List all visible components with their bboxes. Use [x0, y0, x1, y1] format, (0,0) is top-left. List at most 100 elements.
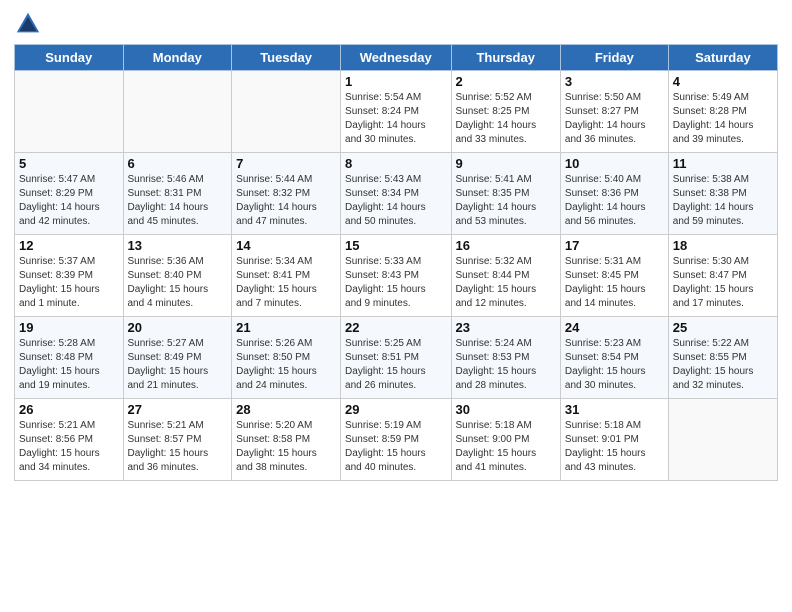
day-number: 13: [128, 238, 228, 253]
day-info: Sunrise: 5:27 AM Sunset: 8:49 PM Dayligh…: [128, 337, 228, 393]
weekday-header-sunday: Sunday: [15, 45, 124, 71]
day-number: 1: [345, 74, 446, 89]
day-info: Sunrise: 5:28 AM Sunset: 8:48 PM Dayligh…: [19, 337, 119, 393]
calendar-cell: [668, 399, 777, 481]
day-number: 6: [128, 156, 228, 171]
header: [14, 10, 778, 38]
calendar-cell: 26 Sunrise: 5:21 AM Sunset: 8:56 PM Dayli…: [15, 399, 124, 481]
day-info: Sunrise: 5:40 AM Sunset: 8:36 PM Dayligh…: [565, 173, 664, 229]
day-number: 24: [565, 320, 664, 335]
calendar-cell: 14Sunrise: 5:34 AM Sunset: 8:41 PM Dayli…: [232, 235, 341, 317]
calendar: SundayMondayTuesdayWednesdayThursdayFrid…: [14, 44, 778, 481]
day-number: 29: [345, 402, 446, 417]
calendar-cell: 20 Sunrise: 5:27 AM Sunset: 8:49 PM Dayli…: [123, 317, 232, 399]
calendar-cell: 2 Sunrise: 5:52 AM Sunset: 8:25 PM Daylig…: [451, 71, 560, 153]
calendar-cell: 7 Sunrise: 5:44 AM Sunset: 8:32 PM Daylig…: [232, 153, 341, 235]
calendar-cell: 25 Sunrise: 5:22 AM Sunset: 8:55 PM Dayli…: [668, 317, 777, 399]
calendar-cell: 28 Sunrise: 5:20 AM Sunset: 8:58 PM Dayli…: [232, 399, 341, 481]
day-info: Sunrise: 5:23 AM Sunset: 8:54 PM Dayligh…: [565, 337, 664, 393]
weekday-header-row: SundayMondayTuesdayWednesdayThursdayFrid…: [15, 45, 778, 71]
day-number: 8: [345, 156, 446, 171]
calendar-cell: 1Sunrise: 5:54 AM Sunset: 8:24 PM Daylig…: [341, 71, 451, 153]
day-info: Sunrise: 5:30 AM Sunset: 8:47 PM Dayligh…: [673, 255, 773, 311]
day-number: 12: [19, 238, 119, 253]
calendar-cell: 18 Sunrise: 5:30 AM Sunset: 8:47 PM Dayli…: [668, 235, 777, 317]
day-info: Sunrise: 5:25 AM Sunset: 8:51 PM Dayligh…: [345, 337, 446, 393]
day-number: 25: [673, 320, 773, 335]
weekday-header-saturday: Saturday: [668, 45, 777, 71]
day-number: 17: [565, 238, 664, 253]
day-number: 30: [456, 402, 556, 417]
day-info: Sunrise: 5:26 AM Sunset: 8:50 PM Dayligh…: [236, 337, 336, 393]
day-number: 26: [19, 402, 119, 417]
day-info: Sunrise: 5:24 AM Sunset: 8:53 PM Dayligh…: [456, 337, 556, 393]
calendar-cell: [232, 71, 341, 153]
day-info: Sunrise: 5:44 AM Sunset: 8:32 PM Dayligh…: [236, 173, 336, 229]
day-number: 16: [456, 238, 556, 253]
day-number: 18: [673, 238, 773, 253]
day-info: Sunrise: 5:49 AM Sunset: 8:28 PM Dayligh…: [673, 91, 773, 147]
day-info: Sunrise: 5:19 AM Sunset: 8:59 PM Dayligh…: [345, 419, 446, 475]
day-number: 2: [456, 74, 556, 89]
week-row-4: 19Sunrise: 5:28 AM Sunset: 8:48 PM Dayli…: [15, 317, 778, 399]
week-row-2: 5 Sunrise: 5:47 AM Sunset: 8:29 PM Daylig…: [15, 153, 778, 235]
day-number: 27: [128, 402, 228, 417]
calendar-cell: 3 Sunrise: 5:50 AM Sunset: 8:27 PM Daylig…: [560, 71, 668, 153]
logo: [14, 10, 46, 38]
day-number: 10: [565, 156, 664, 171]
calendar-cell: 4 Sunrise: 5:49 AM Sunset: 8:28 PM Daylig…: [668, 71, 777, 153]
week-row-1: 1Sunrise: 5:54 AM Sunset: 8:24 PM Daylig…: [15, 71, 778, 153]
day-info: Sunrise: 5:50 AM Sunset: 8:27 PM Dayligh…: [565, 91, 664, 147]
day-number: 28: [236, 402, 336, 417]
day-info: Sunrise: 5:47 AM Sunset: 8:29 PM Dayligh…: [19, 173, 119, 229]
day-number: 21: [236, 320, 336, 335]
calendar-cell: 23 Sunrise: 5:24 AM Sunset: 8:53 PM Dayli…: [451, 317, 560, 399]
day-info: Sunrise: 5:21 AM Sunset: 8:57 PM Dayligh…: [128, 419, 228, 475]
day-number: 5: [19, 156, 119, 171]
calendar-cell: 13 Sunrise: 5:36 AM Sunset: 8:40 PM Dayli…: [123, 235, 232, 317]
day-number: 31: [565, 402, 664, 417]
calendar-cell: 22 Sunrise: 5:25 AM Sunset: 8:51 PM Dayli…: [341, 317, 451, 399]
day-number: 20: [128, 320, 228, 335]
day-info: Sunrise: 5:21 AM Sunset: 8:56 PM Dayligh…: [19, 419, 119, 475]
day-number: 22: [345, 320, 446, 335]
day-info: Sunrise: 5:46 AM Sunset: 8:31 PM Dayligh…: [128, 173, 228, 229]
day-number: 4: [673, 74, 773, 89]
calendar-cell: 31 Sunrise: 5:18 AM Sunset: 9:01 PM Dayli…: [560, 399, 668, 481]
calendar-cell: 5 Sunrise: 5:47 AM Sunset: 8:29 PM Daylig…: [15, 153, 124, 235]
week-row-3: 12 Sunrise: 5:37 AM Sunset: 8:39 PM Dayli…: [15, 235, 778, 317]
day-info: Sunrise: 5:18 AM Sunset: 9:00 PM Dayligh…: [456, 419, 556, 475]
day-number: 11: [673, 156, 773, 171]
calendar-cell: 6 Sunrise: 5:46 AM Sunset: 8:31 PM Daylig…: [123, 153, 232, 235]
calendar-cell: 24 Sunrise: 5:23 AM Sunset: 8:54 PM Dayli…: [560, 317, 668, 399]
calendar-cell: 29 Sunrise: 5:19 AM Sunset: 8:59 PM Dayli…: [341, 399, 451, 481]
day-info: Sunrise: 5:37 AM Sunset: 8:39 PM Dayligh…: [19, 255, 119, 311]
day-info: Sunrise: 5:38 AM Sunset: 8:38 PM Dayligh…: [673, 173, 773, 229]
calendar-cell: 8Sunrise: 5:43 AM Sunset: 8:34 PM Daylig…: [341, 153, 451, 235]
page: SundayMondayTuesdayWednesdayThursdayFrid…: [0, 0, 792, 612]
day-number: 3: [565, 74, 664, 89]
day-info: Sunrise: 5:20 AM Sunset: 8:58 PM Dayligh…: [236, 419, 336, 475]
day-number: 7: [236, 156, 336, 171]
day-info: Sunrise: 5:18 AM Sunset: 9:01 PM Dayligh…: [565, 419, 664, 475]
calendar-cell: 12 Sunrise: 5:37 AM Sunset: 8:39 PM Dayli…: [15, 235, 124, 317]
week-row-5: 26 Sunrise: 5:21 AM Sunset: 8:56 PM Dayli…: [15, 399, 778, 481]
day-number: 15: [345, 238, 446, 253]
day-info: Sunrise: 5:34 AM Sunset: 8:41 PM Dayligh…: [236, 255, 336, 311]
day-info: Sunrise: 5:32 AM Sunset: 8:44 PM Dayligh…: [456, 255, 556, 311]
day-info: Sunrise: 5:31 AM Sunset: 8:45 PM Dayligh…: [565, 255, 664, 311]
day-info: Sunrise: 5:52 AM Sunset: 8:25 PM Dayligh…: [456, 91, 556, 147]
calendar-cell: 21 Sunrise: 5:26 AM Sunset: 8:50 PM Dayli…: [232, 317, 341, 399]
calendar-cell: 17 Sunrise: 5:31 AM Sunset: 8:45 PM Dayli…: [560, 235, 668, 317]
weekday-header-tuesday: Tuesday: [232, 45, 341, 71]
day-info: Sunrise: 5:36 AM Sunset: 8:40 PM Dayligh…: [128, 255, 228, 311]
calendar-cell: [15, 71, 124, 153]
calendar-cell: 9Sunrise: 5:41 AM Sunset: 8:35 PM Daylig…: [451, 153, 560, 235]
weekday-header-friday: Friday: [560, 45, 668, 71]
day-info: Sunrise: 5:22 AM Sunset: 8:55 PM Dayligh…: [673, 337, 773, 393]
calendar-cell: 30 Sunrise: 5:18 AM Sunset: 9:00 PM Dayli…: [451, 399, 560, 481]
calendar-cell: 15Sunrise: 5:33 AM Sunset: 8:43 PM Dayli…: [341, 235, 451, 317]
day-number: 23: [456, 320, 556, 335]
weekday-header-monday: Monday: [123, 45, 232, 71]
calendar-cell: 11 Sunrise: 5:38 AM Sunset: 8:38 PM Dayli…: [668, 153, 777, 235]
